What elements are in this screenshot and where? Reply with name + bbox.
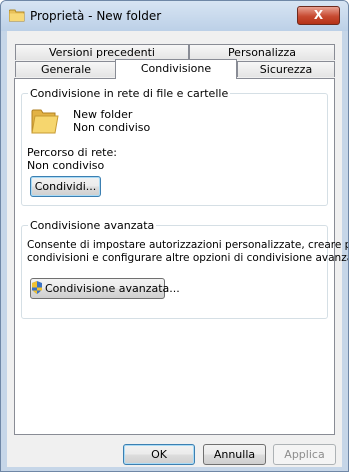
network-sharing-group: Condivisione in rete di file e cartelle …: [21, 87, 328, 206]
advanced-sharing-group: Condivisione avanzata Consente di impost…: [21, 219, 348, 319]
dialog-client-area: Versioni precedenti Personalizza General…: [7, 31, 348, 467]
share-button[interactable]: Condividi...: [30, 176, 101, 197]
sharing-tab-panel: Condivisione in rete di file e cartelle …: [14, 78, 348, 435]
advanced-sharing-description-line1: Consente di impostare autorizzazioni per…: [27, 239, 349, 251]
tab-sicurezza[interactable]: Sicurezza: [237, 61, 335, 77]
uac-shield-icon: [32, 281, 42, 294]
folder-share-status: Non condiviso: [73, 121, 151, 134]
advanced-sharing-description-line2: condivisioni e configurare altre opzioni…: [27, 252, 349, 264]
network-path-value: Non condiviso: [27, 159, 105, 172]
tab-condivisione[interactable]: Condivisione: [115, 59, 237, 79]
folder-name: New folder: [73, 108, 133, 121]
tab-versioni-precedenti[interactable]: Versioni precedenti: [15, 44, 189, 60]
properties-dialog: Proprietà - New folder X Versioni preced…: [0, 0, 349, 472]
folder-icon: [9, 9, 25, 22]
folder-icon: [31, 109, 59, 134]
network-sharing-title: Condivisione in rete di file e cartelle: [28, 87, 231, 100]
cancel-button[interactable]: Annulla: [203, 444, 266, 465]
tab-generale[interactable]: Generale: [15, 61, 117, 77]
window-title: Proprietà - New folder: [30, 9, 162, 23]
advanced-sharing-title: Condivisione avanzata: [28, 219, 157, 232]
close-button[interactable]: X: [297, 6, 340, 25]
advanced-sharing-button[interactable]: Condivisione avanzata...: [30, 278, 180, 299]
title-bar[interactable]: Proprietà - New folder X: [1, 1, 348, 31]
apply-button[interactable]: Applica: [273, 444, 336, 465]
tab-personalizza[interactable]: Personalizza: [189, 44, 335, 60]
advanced-sharing-button-label: Condivisione avanzata...: [45, 282, 180, 295]
ok-button[interactable]: OK: [123, 444, 195, 465]
network-path-label: Percorso di rete:: [27, 146, 117, 159]
